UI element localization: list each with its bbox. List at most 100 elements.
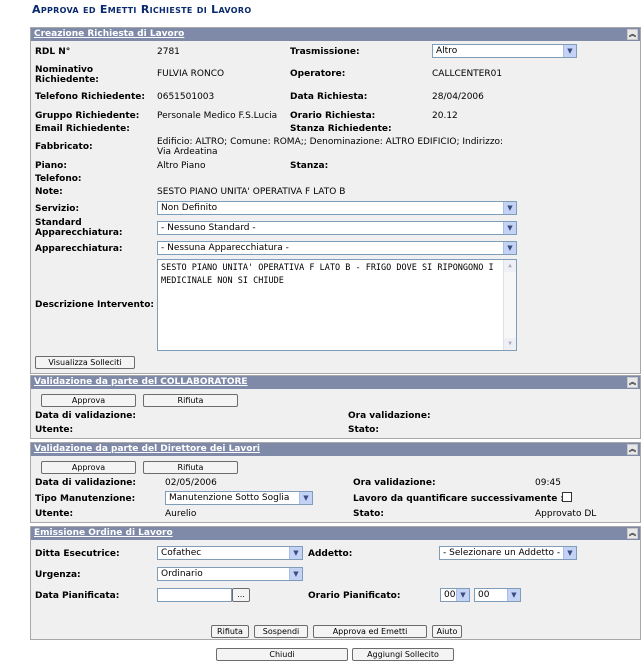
- collapse-icon[interactable]: ︽: [627, 528, 638, 539]
- data-pianificata-input[interactable]: [157, 588, 232, 602]
- collaboratore-approva-button[interactable]: Approva: [41, 394, 136, 407]
- direttore-stato-label: Stato:: [353, 509, 384, 519]
- chevron-down-icon[interactable]: ▼: [503, 202, 516, 214]
- ditta-label: Ditta Esecutrice:: [35, 549, 120, 559]
- approva-emetti-button[interactable]: Approva ed Emetti: [313, 625, 427, 638]
- nominativo-value: FULVIA RONCO: [157, 69, 225, 79]
- gruppo-label: Gruppo Richiedente:: [35, 111, 140, 121]
- nominativo-label: Nominativo Richiedente:: [35, 65, 99, 85]
- rdl-value: 2781: [157, 47, 180, 57]
- trasmissione-label: Trasmissione:: [290, 47, 360, 57]
- chevron-down-icon[interactable]: ▼: [456, 589, 469, 601]
- stanza-label: Stanza:: [290, 161, 329, 171]
- creazione-header-title[interactable]: Creazione Richiesta di Lavoro: [34, 29, 184, 39]
- emissione-header[interactable]: Emissione Ordine di Lavoro ︽: [31, 527, 640, 540]
- servizio-select[interactable]: Non Definito ▼: [157, 201, 517, 215]
- data-richiesta-label: Data Richiesta:: [290, 92, 368, 102]
- descrizione-label: Descrizione Intervento:: [35, 300, 155, 310]
- orario-pianificato-label: Orario Pianificato:: [308, 591, 401, 601]
- aggiungi-sollecito-button[interactable]: Aggiungi Sollecito: [352, 648, 454, 661]
- apparecchiatura-select[interactable]: - Nessuna Apparecchiatura - ▼: [157, 241, 517, 255]
- direttore-ora-label: Ora validazione:: [353, 478, 436, 488]
- collaboratore-utente-label: Utente:: [35, 425, 74, 435]
- chevron-down-icon[interactable]: ▼: [507, 589, 520, 601]
- piano-value: Altro Piano: [157, 161, 206, 171]
- creazione-panel: Creazione Richiesta di Lavoro ︽ RDL N° 2…: [30, 27, 641, 374]
- direttore-header[interactable]: Validazione da parte del Direttore dei L…: [31, 443, 640, 456]
- urgenza-label: Urgenza:: [35, 570, 81, 580]
- addetto-label: Addetto:: [308, 549, 353, 559]
- chevron-down-icon[interactable]: ▼: [289, 568, 302, 580]
- textarea-scrollbar[interactable]: ▲ ▼: [503, 260, 516, 350]
- orario-richiesta-value: 20.12: [432, 111, 458, 121]
- standard-select-value: - Nessuno Standard -: [161, 223, 256, 233]
- chevron-down-icon[interactable]: ▼: [503, 222, 516, 234]
- emissione-rifiuta-button[interactable]: Rifiuta: [211, 625, 249, 638]
- collapse-icon[interactable]: ︽: [627, 377, 638, 388]
- aiuto-button[interactable]: Aiuto: [432, 625, 462, 638]
- orario-richiesta-label: Orario Richiesta:: [290, 111, 376, 121]
- collapse-icon[interactable]: ︽: [627, 444, 638, 455]
- standard-label: Standard Apparecchiatura:: [35, 218, 123, 238]
- ora-select[interactable]: 00 ▼: [440, 588, 470, 602]
- collaboratore-header-title[interactable]: Validazione da parte del COLLABORATORE: [34, 377, 248, 387]
- trasmissione-select[interactable]: Altro ▼: [432, 44, 577, 58]
- tipo-manutenzione-select[interactable]: Manutenzione Sotto Soglia ▼: [165, 491, 313, 505]
- scroll-down-icon[interactable]: ▼: [504, 338, 516, 350]
- sospendi-button[interactable]: Sospendi: [254, 625, 308, 638]
- chevron-down-icon[interactable]: ▼: [289, 547, 302, 559]
- fabbricato-label: Fabbricato:: [35, 142, 93, 152]
- collaboratore-data-label: Data di validazione:: [35, 411, 136, 421]
- chevron-down-icon[interactable]: ▼: [563, 547, 576, 559]
- minuti-select[interactable]: 00 ▼: [474, 588, 521, 602]
- apparecchiatura-select-value: - Nessuna Apparecchiatura -: [161, 243, 289, 253]
- direttore-header-title[interactable]: Validazione da parte del Direttore dei L…: [34, 444, 260, 454]
- visualizza-solleciti-button[interactable]: Visualizza Solleciti: [35, 356, 135, 369]
- direttore-panel: Validazione da parte del Direttore dei L…: [30, 442, 641, 523]
- emissione-panel: Emissione Ordine di Lavoro ︽ Ditta Esecu…: [30, 526, 641, 640]
- operatore-value: CALLCENTER01: [432, 69, 503, 79]
- calendar-picker-button[interactable]: ...: [232, 588, 250, 602]
- telefono-label: Telefono:: [35, 174, 82, 184]
- ditta-select[interactable]: Cofathec ▼: [157, 546, 303, 560]
- note-value: SESTO PIANO UNITA' OPERATIVA F LATO B: [157, 187, 346, 197]
- lavoro-quantificare-checkbox[interactable]: [562, 492, 572, 502]
- urgenza-select-value: Ordinario: [161, 569, 203, 579]
- addetto-select-value: - Selezionare un Addetto -: [443, 548, 561, 558]
- creazione-header[interactable]: Creazione Richiesta di Lavoro ︽: [31, 28, 640, 41]
- direttore-stato-value: Approvato DL: [535, 509, 597, 519]
- descrizione-textarea[interactable]: SESTO PIANO UNITA' OPERATIVA F LATO B - …: [157, 259, 517, 351]
- ora-select-value: 00: [444, 590, 456, 600]
- telefono-richiedente-value: 0651501003: [157, 92, 215, 102]
- direttore-rifiuta-button[interactable]: Rifiuta: [143, 461, 238, 474]
- chevron-down-icon[interactable]: ▼: [563, 45, 576, 57]
- collaboratore-header[interactable]: Validazione da parte del COLLABORATORE ︽: [31, 376, 640, 389]
- direttore-utente-label: Utente:: [35, 509, 74, 519]
- scroll-up-icon[interactable]: ▲: [504, 260, 516, 272]
- tipo-manutenzione-value: Manutenzione Sotto Soglia: [169, 493, 290, 503]
- collaboratore-stato-label: Stato:: [348, 425, 379, 435]
- chevron-down-icon[interactable]: ▼: [503, 242, 516, 254]
- rdl-label: RDL N°: [35, 47, 71, 57]
- standard-select[interactable]: - Nessuno Standard - ▼: [157, 221, 517, 235]
- descrizione-text: SESTO PIANO UNITA' OPERATIVA F LATO B - …: [161, 263, 494, 286]
- gruppo-value: Personale Medico F.S.Lucia: [157, 111, 278, 121]
- data-pianificata-label: Data Pianificata:: [35, 591, 120, 601]
- lavoro-quantificare-label: Lavoro da quantificare successivamente :: [353, 494, 565, 504]
- collaboratore-panel: Validazione da parte del COLLABORATORE ︽…: [30, 375, 641, 439]
- chevron-down-icon[interactable]: ▼: [299, 492, 312, 504]
- collaboratore-rifiuta-button[interactable]: Rifiuta: [143, 394, 238, 407]
- addetto-select[interactable]: - Selezionare un Addetto - ▼: [439, 546, 577, 560]
- collapse-icon[interactable]: ︽: [627, 29, 638, 40]
- direttore-approva-button[interactable]: Approva: [41, 461, 136, 474]
- page-title: Approva ed Emetti Richieste di Lavoro: [32, 3, 252, 16]
- servizio-label: Servizio:: [35, 204, 80, 214]
- stanza-richiedente-label: Stanza Richiedente:: [290, 124, 392, 134]
- trasmissione-select-value: Altro: [436, 46, 458, 56]
- chiudi-button[interactable]: Chiudi: [216, 648, 348, 661]
- direttore-data-value: 02/05/2006: [165, 478, 217, 488]
- urgenza-select[interactable]: Ordinario ▼: [157, 567, 303, 581]
- fabbricato-value: Edificio: ALTRO; Comune: ROMA;; Denomina…: [157, 137, 504, 157]
- collaboratore-ora-label: Ora validazione:: [348, 411, 431, 421]
- emissione-header-title[interactable]: Emissione Ordine di Lavoro: [34, 528, 173, 538]
